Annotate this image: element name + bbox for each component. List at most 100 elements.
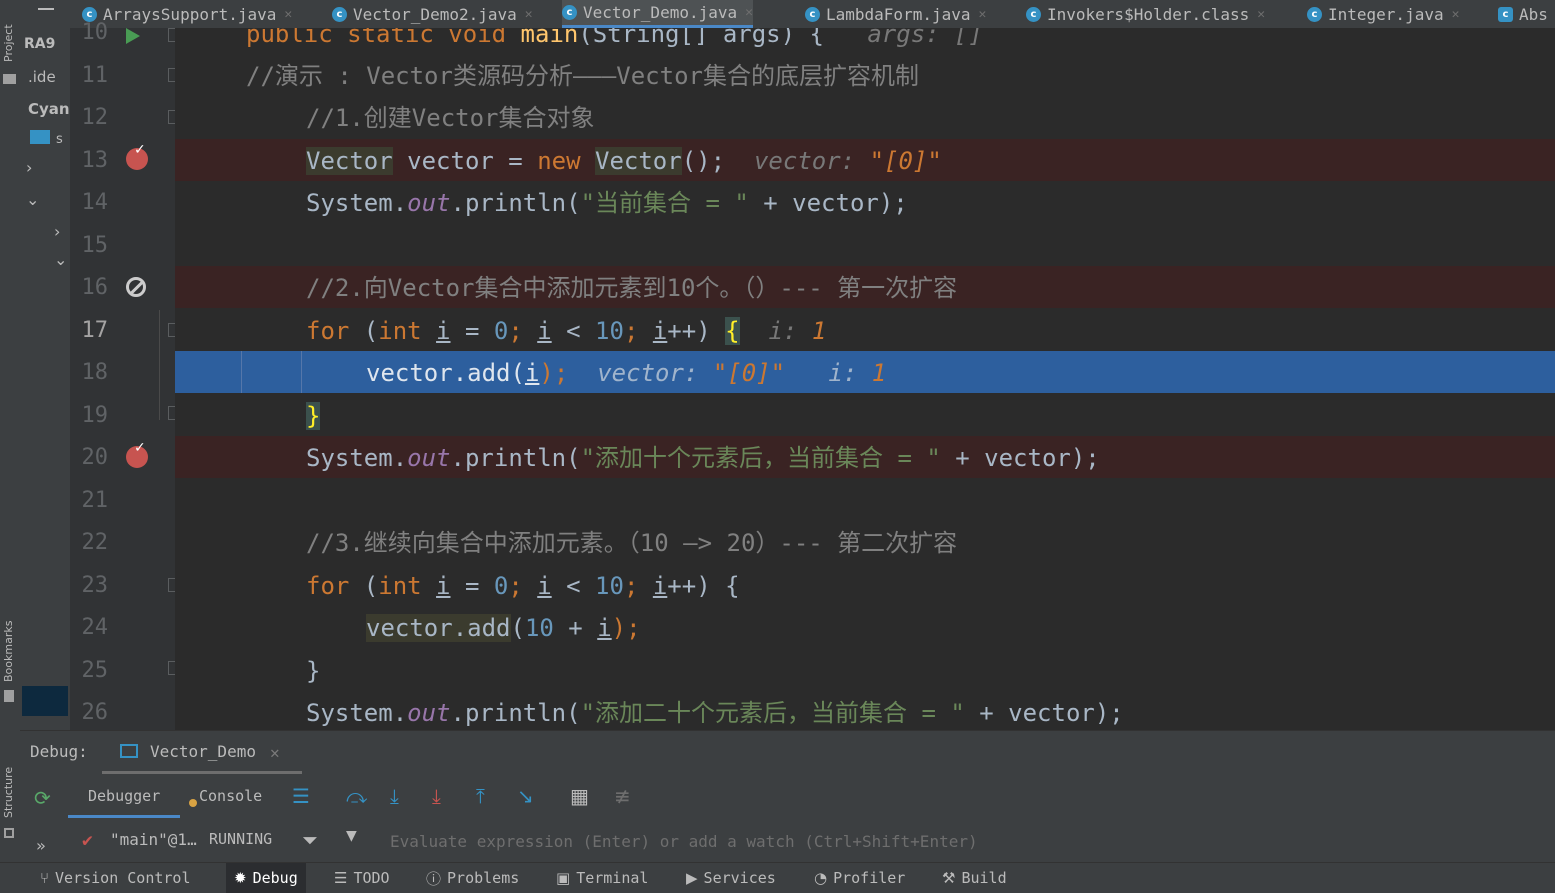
services-button[interactable]: ▶ Services [686, 863, 776, 893]
code-token: i [597, 614, 612, 642]
code-line-22: //3.继续向集合中添加元素。（10 —> 20）--- 第二次扩容 [306, 529, 958, 557]
inline-debug-hint: i: [828, 359, 872, 387]
debug-session-tab[interactable]: Vector_Demo [150, 742, 256, 761]
button-label: Build [961, 869, 1007, 887]
tab-label: Invokers$Holder.class [1047, 4, 1250, 24]
close-icon[interactable]: ✕ [1452, 7, 1460, 22]
todo-button[interactable]: ☰ TODO [334, 863, 390, 893]
editor-gutter[interactable]: 10 11 12 13 14 15 16 17 18 19 20 21 22 2… [70, 20, 214, 730]
close-icon[interactable]: ✕ [270, 743, 280, 762]
button-label: Debug [252, 869, 298, 887]
collapse-icon[interactable]: ⌄ [26, 190, 39, 209]
tab-arrays-support[interactable]: c ArraysSupport.java ✕ [82, 0, 292, 28]
tab-debugger[interactable]: Debugger [88, 787, 160, 805]
project-root[interactable]: RA9 [24, 36, 55, 52]
version-control-button[interactable]: ⑂ Version Control [40, 863, 190, 893]
code-line-18: vector.add(i); vector: "[0]" i: 1 [366, 358, 886, 388]
rerun-icon[interactable]: ⟳ [34, 786, 51, 810]
close-icon[interactable]: ✕ [979, 7, 987, 22]
expand-more-icon[interactable]: » [36, 836, 46, 855]
code-token: public static void [246, 28, 521, 48]
tab-console[interactable]: Console [199, 787, 262, 805]
tab-label: Vector_Demo2.java [353, 4, 517, 24]
code-line-13: Vector vector = new Vector(); vector: "[… [306, 146, 942, 176]
code-token: 10 [595, 317, 624, 345]
code-token: = [450, 572, 494, 600]
class-icon: c [332, 6, 347, 22]
code-editor[interactable]: public static void main(String[] args) {… [175, 28, 1555, 730]
breakpoint-icon[interactable]: ✓ [126, 142, 148, 170]
code-token: + vector); [748, 189, 908, 217]
step-out-icon[interactable]: ⤒ [476, 784, 485, 808]
inline-debug-hint: args: [] [867, 28, 983, 48]
project-item-src[interactable]: s [56, 132, 63, 147]
structure-icon [4, 828, 14, 838]
project-tool-button[interactable]: Project [2, 24, 15, 62]
force-step-into-icon[interactable]: ⤓ [432, 784, 441, 808]
code-token: ; [623, 317, 653, 345]
line-number: 10 [81, 20, 109, 45]
close-icon[interactable]: ✕ [745, 5, 753, 20]
tab-integer[interactable]: c Integer.java ✕ [1307, 0, 1459, 28]
trace-stream-icon[interactable]: ≢ [614, 784, 631, 808]
evaluate-expression-input[interactable]: Evaluate expression (Enter) or add a wat… [390, 832, 978, 851]
code-token: ++) [667, 317, 726, 345]
code-token: ); [539, 359, 569, 387]
code-token: out [407, 444, 451, 472]
breakpoint-icon[interactable]: ✓ [126, 440, 148, 468]
line-number: 19 [81, 403, 109, 428]
code-token: i [436, 572, 451, 600]
tab-abs[interactable]: c Abs [1498, 0, 1548, 28]
profiler-icon: ◔ [814, 869, 828, 887]
line-number: 18 [81, 360, 109, 385]
tab-vector-demo[interactable]: c Vector_Demo.java ✕ [562, 0, 753, 28]
evaluate-expression-icon[interactable]: ▦ [570, 784, 589, 808]
terminal-button[interactable]: ▣ Terminal [556, 863, 648, 893]
bookmarks-tool-button[interactable]: Bookmarks [2, 621, 15, 682]
close-icon[interactable]: ✕ [284, 7, 292, 22]
chevron-down-icon[interactable]: ▼ [346, 828, 357, 844]
services-icon: ▶ [686, 869, 698, 887]
project-item-idea[interactable]: .ide [28, 68, 56, 86]
thread-name[interactable]: "main"@1… [110, 830, 197, 849]
line-number: 16 [81, 275, 109, 300]
tab-vector-demo2[interactable]: c Vector_Demo2.java ✕ [332, 0, 533, 28]
code-token: int [378, 317, 437, 345]
expand-icon[interactable]: › [54, 222, 60, 241]
project-item-cyan[interactable]: Cyan [28, 100, 70, 118]
line-number: 17 [81, 318, 109, 343]
step-over-icon[interactable]: ⤼ [346, 784, 367, 808]
step-into-icon[interactable]: ⤓ [390, 784, 399, 808]
tab-underline [102, 771, 302, 774]
close-icon[interactable]: ✕ [1257, 7, 1265, 22]
button-label: TODO [353, 869, 390, 887]
breakpoint-disabled-icon[interactable] [126, 277, 146, 297]
code-token: System. [306, 189, 408, 217]
line-number: 11 [81, 63, 109, 88]
frames-icon[interactable]: ☰ [292, 784, 310, 808]
debug-tool-button[interactable]: ✹ Debug [226, 863, 306, 893]
collapse-icon[interactable]: ⌄ [54, 250, 67, 269]
run-icon[interactable] [126, 28, 140, 44]
tab-label: ArraysSupport.java [103, 4, 277, 24]
code-token: System. [306, 699, 408, 727]
inline-debug-value: 1 [811, 317, 827, 345]
structure-tool-button[interactable]: Structure [2, 767, 15, 818]
tab-invokers-holder[interactable]: c Invokers$Holder.class ✕ [1026, 0, 1265, 28]
list-icon: ☰ [334, 869, 348, 887]
code-token: "添加十个元素后，当前集合 = " [580, 444, 941, 472]
code-token: .println( [450, 444, 581, 472]
minimize-icon[interactable] [38, 8, 54, 10]
profiler-button[interactable]: ◔ Profiler [814, 863, 905, 893]
expand-icon[interactable]: › [26, 158, 32, 177]
tab-lambda-form[interactable]: c LambdaForm.java ✕ [805, 0, 986, 28]
tab-label: Vector_Demo.java [583, 3, 738, 22]
run-to-cursor-icon[interactable]: ↘ [517, 784, 534, 808]
code-token: ( [510, 614, 525, 642]
filter-icon[interactable]: ⏷ [302, 828, 318, 852]
indent-guide [301, 351, 302, 393]
code-token: main [520, 28, 579, 48]
close-icon[interactable]: ✕ [525, 7, 533, 22]
build-button[interactable]: ⚒ Build [942, 863, 1007, 893]
problems-button[interactable]: ⓘ Problems [426, 863, 519, 893]
